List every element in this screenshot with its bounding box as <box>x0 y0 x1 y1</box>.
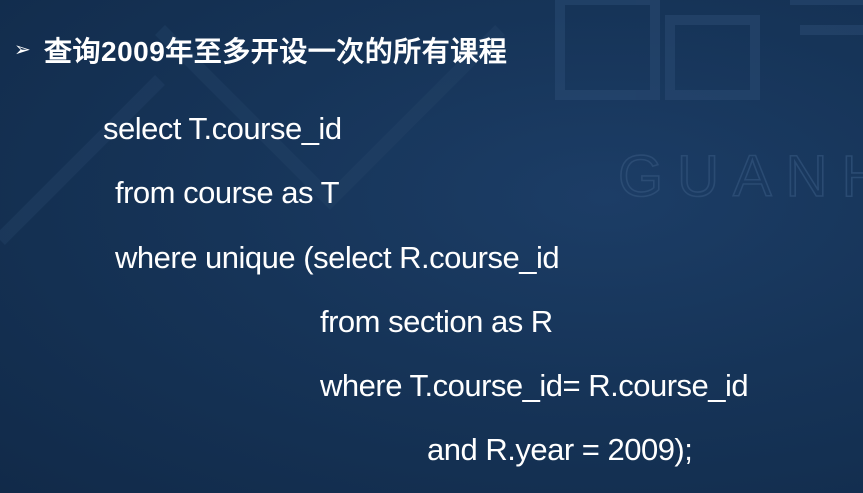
code-line-from: from course as T <box>115 175 340 210</box>
code-line-select: select T.course_id <box>103 111 342 146</box>
code-line-subquery-and: and R.year = 2009); <box>427 432 693 467</box>
bullet-arrow-icon: ➢ <box>14 39 31 61</box>
code-line-where-unique: where unique (select R.course_id <box>115 240 560 275</box>
slide-heading: 查询2009年至多开设一次的所有课程 <box>44 36 508 67</box>
watermark-text: GUANH <box>618 144 863 209</box>
heading-row: ➢ 查询2009年至多开设一次的所有课程 <box>14 30 507 70</box>
code-line-subquery-from: from section as R <box>320 304 553 339</box>
slide: GUANH ➢ 查询2009年至多开设一次的所有课程 select T.cour… <box>0 0 863 493</box>
code-line-subquery-where: where T.course_id= R.course_id <box>320 368 749 403</box>
